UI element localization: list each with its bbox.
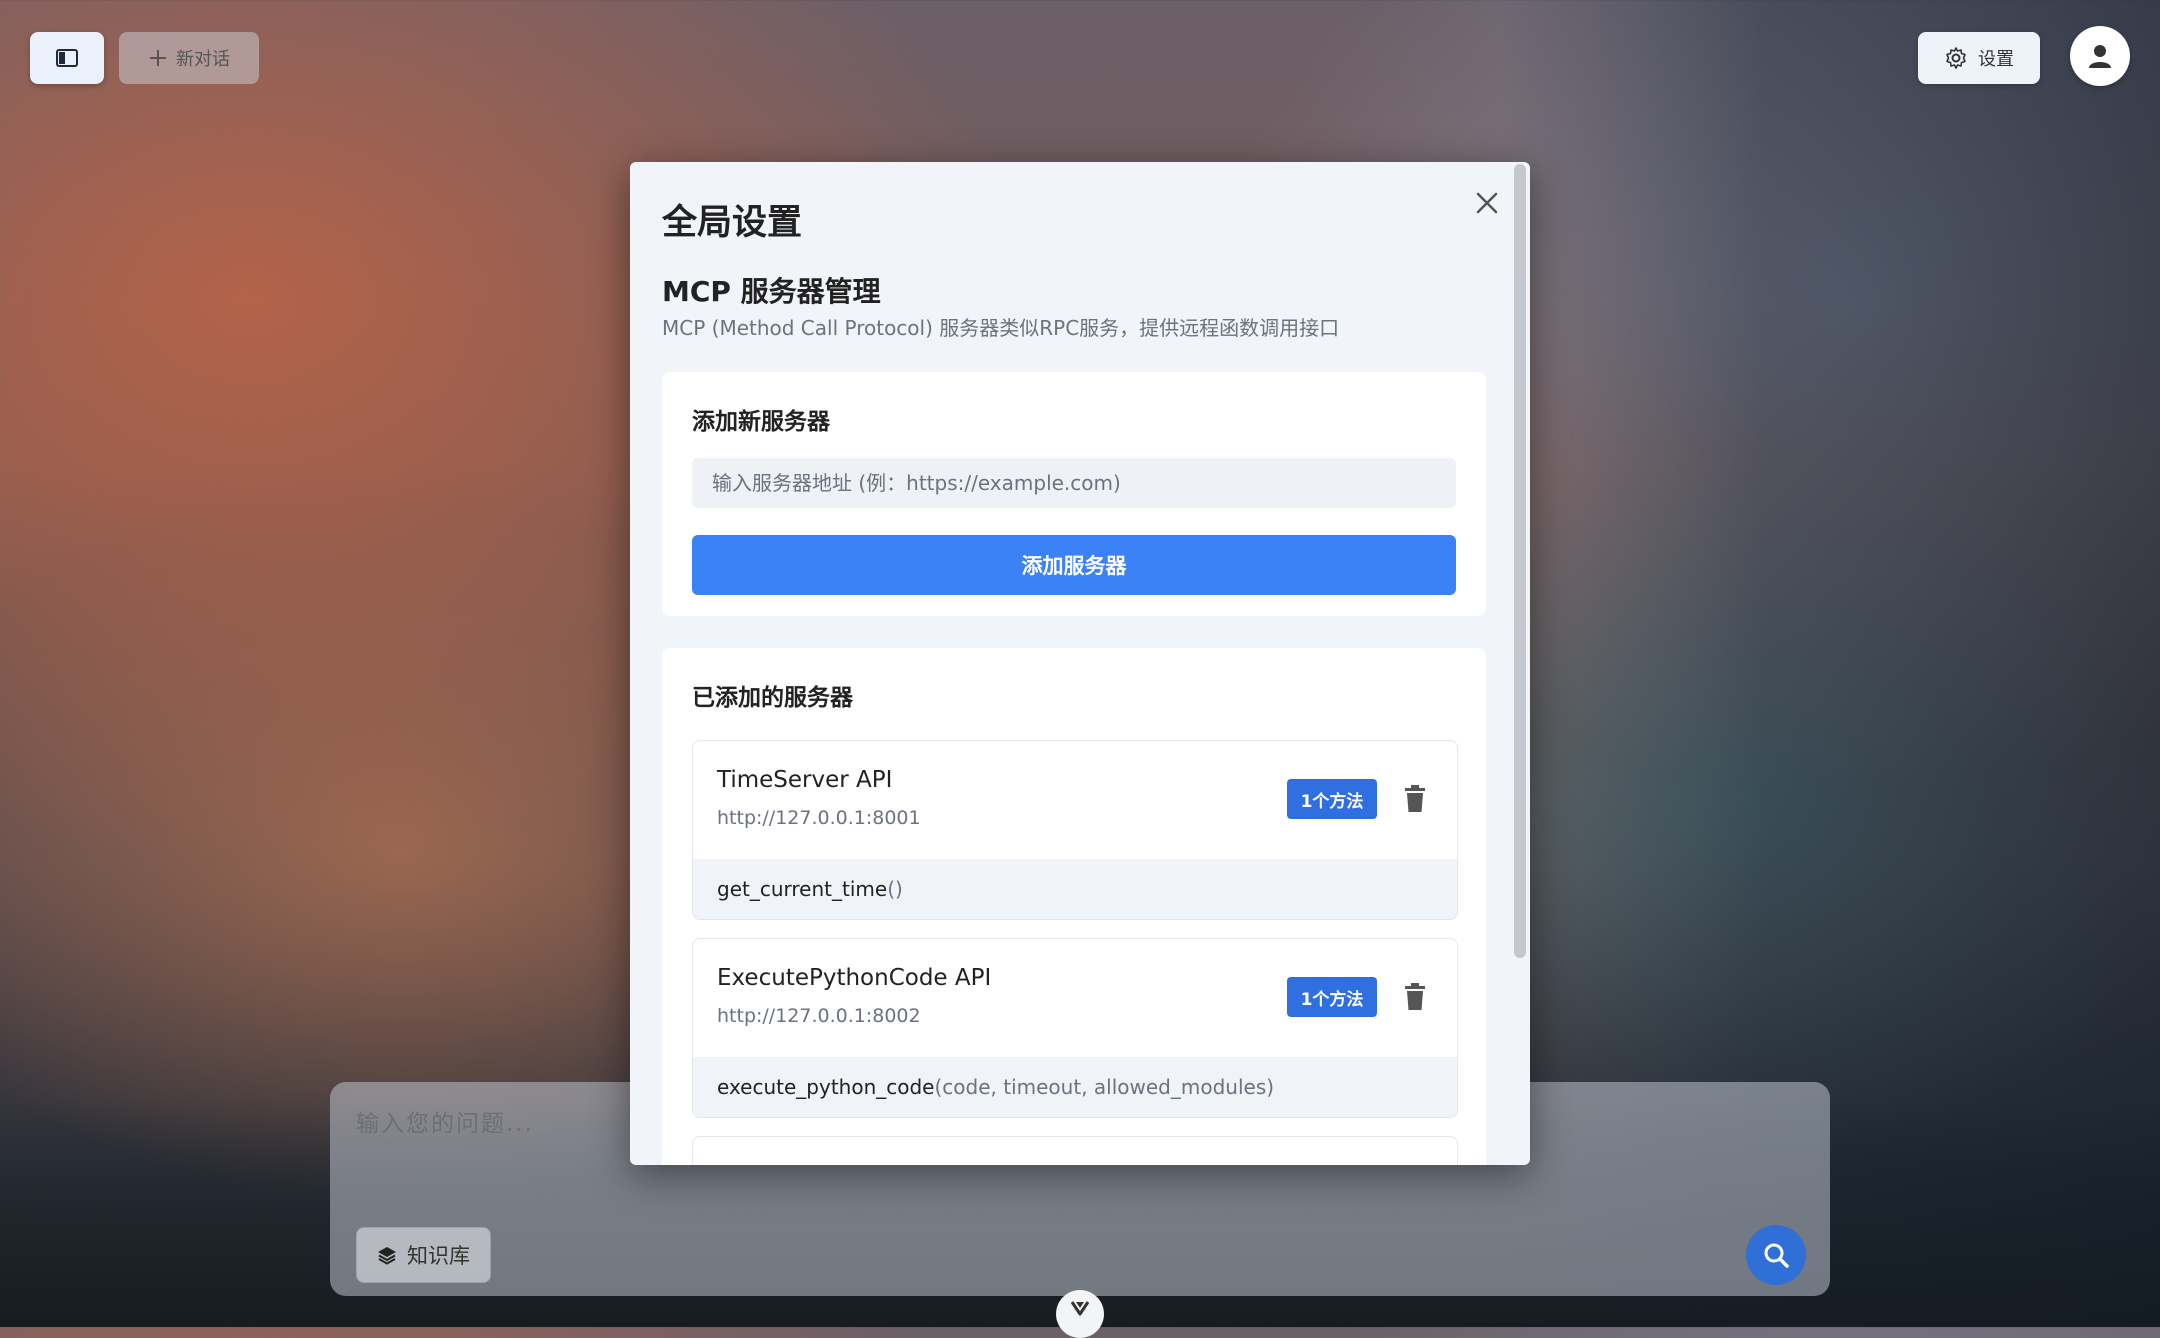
send-button[interactable] [1746, 1225, 1806, 1285]
modal-title: 全局设置 [662, 203, 803, 243]
add-server-button[interactable]: 添加服务器 [692, 535, 1456, 595]
server-url: http://127.0.0.1:8002 [717, 1005, 921, 1027]
method-name: get_current_time [717, 877, 888, 901]
server-name: TimeServer API [717, 767, 893, 793]
server-url: http://127.0.0.1:8001 [717, 807, 921, 829]
chat-divider [330, 1212, 1830, 1213]
modal-scrollbar[interactable] [1514, 164, 1526, 958]
add-server-card: 添加新服务器 添加服务器 [662, 372, 1486, 616]
user-icon [2089, 45, 2111, 68]
section-title: MCP 服务器管理 [662, 275, 881, 308]
plus-icon [150, 50, 166, 66]
sidebar-toggle-button[interactable] [30, 32, 104, 84]
server-item: ExecutePythonCode API http://127.0.0.1:8… [692, 938, 1458, 1118]
method-row: get_current_time() [693, 859, 1457, 919]
method-params: (code, timeout, allowed_modules) [934, 1075, 1275, 1099]
server-name: ExecutePythonCode API [717, 965, 992, 991]
new-chat-button[interactable]: 新对话 [119, 32, 259, 84]
settings-modal: 全局设置 MCP 服务器管理 MCP (Method Call Protocol… [630, 162, 1530, 1165]
server-list-title: 已添加的服务器 [692, 685, 853, 711]
trash-icon[interactable] [1403, 785, 1427, 813]
sidebar-icon [56, 49, 78, 67]
add-server-title: 添加新服务器 [692, 409, 830, 435]
method-params: () [887, 877, 903, 901]
method-count-badge: 1个方法 [1287, 977, 1377, 1017]
scroll-down-button[interactable] [1056, 1290, 1104, 1338]
close-icon[interactable] [1472, 188, 1502, 218]
search-icon [1764, 1243, 1789, 1268]
knowledge-base-button[interactable]: 知识库 [356, 1227, 491, 1283]
server-url-input[interactable] [692, 458, 1456, 508]
new-chat-label: 新对话 [176, 49, 230, 70]
method-name: execute_python_code [717, 1075, 935, 1099]
chat-input[interactable]: 输入您的问题... [356, 1104, 534, 1138]
method-row: execute_python_code (code, timeout, allow… [693, 1057, 1457, 1117]
section-description: MCP (Method Call Protocol) 服务器类似RPC服务，提供… [662, 316, 1340, 340]
server-item: TimeServer API http://127.0.0.1:8001 1个方… [692, 740, 1458, 920]
server-list-card: 已添加的服务器 TimeServer API http://127.0.0.1:… [662, 648, 1486, 1165]
trash-icon[interactable] [1403, 983, 1427, 1011]
server-item [692, 1136, 1458, 1165]
chevron-down-icon [1070, 1301, 1090, 1316]
knowledge-base-label: 知识库 [407, 1244, 470, 1268]
settings-label: 设置 [1978, 49, 2014, 70]
gear-icon [1946, 47, 1966, 69]
layers-icon [378, 1247, 396, 1265]
avatar[interactable] [2070, 26, 2130, 86]
method-count-badge: 1个方法 [1287, 779, 1377, 819]
settings-button[interactable]: 设置 [1918, 32, 2040, 84]
